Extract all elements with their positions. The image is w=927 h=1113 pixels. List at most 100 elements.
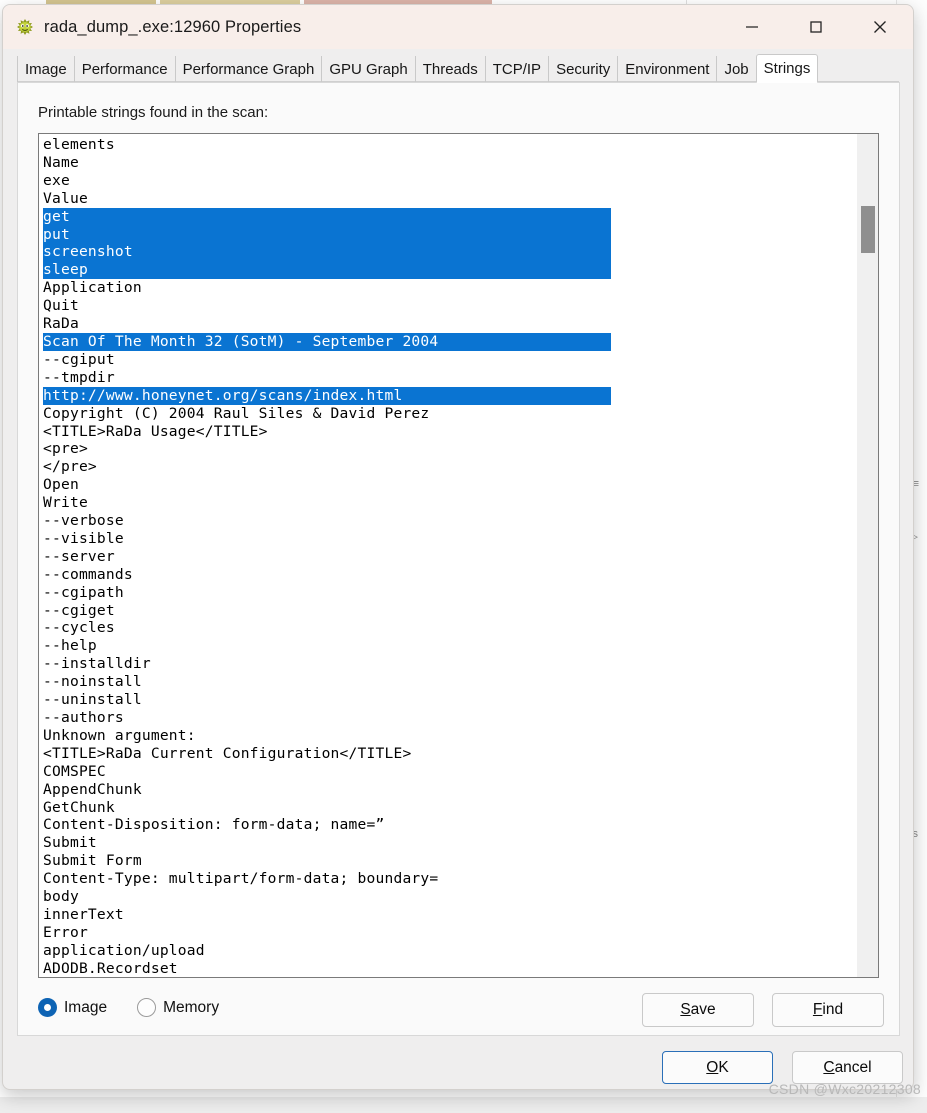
ok-button-label: OK — [706, 1058, 729, 1076]
scrollbar-thumb[interactable] — [861, 206, 875, 253]
tab-label: Environment — [625, 60, 710, 78]
string-list-item[interactable]: Error — [43, 924, 857, 942]
minimize-button[interactable] — [729, 5, 775, 49]
string-list-item[interactable]: sleep — [43, 261, 611, 280]
string-list-item[interactable]: --installdir — [43, 655, 857, 673]
watermark-text: CSDN @Wxc20212308 — [768, 1081, 921, 1097]
tab-label: Security — [556, 60, 611, 78]
string-list-item[interactable]: --cgiget — [43, 602, 857, 620]
tab-label: Performance Graph — [182, 60, 315, 78]
radio-image[interactable]: Image — [38, 998, 107, 1017]
maximize-icon — [810, 21, 822, 33]
ok-button[interactable]: OK — [662, 1051, 773, 1084]
radio-image-label: Image — [64, 998, 108, 1016]
pufferfish-icon — [14, 16, 36, 38]
radio-memory[interactable]: Memory — [137, 998, 219, 1017]
string-list-item[interactable]: Quit — [43, 297, 857, 315]
string-list-item[interactable]: Submit Form — [43, 852, 857, 870]
tab-label: Performance — [81, 60, 168, 78]
string-source-radio-group: Image Memory — [38, 998, 219, 1017]
title-bar: rada_dump_.exe:12960 Properties — [3, 5, 913, 49]
string-list-item[interactable]: --visible — [43, 530, 857, 548]
tab-image[interactable]: Image — [17, 56, 74, 82]
string-list-item[interactable]: Copyright (C) 2004 Raul Siles & David Pe… — [43, 405, 857, 423]
tab-performance[interactable]: Performance — [73, 56, 175, 82]
string-list-item[interactable]: GetChunk — [43, 799, 857, 817]
tab-environment[interactable]: Environment — [617, 56, 716, 82]
radio-unselected-icon — [137, 998, 157, 1017]
tab-label: TCP/IP — [492, 60, 542, 78]
radio-selected-icon — [38, 998, 57, 1017]
string-list-item[interactable]: Unknown argument: — [43, 727, 857, 745]
string-list-item[interactable]: --server — [43, 548, 857, 566]
strings-vertical-scrollbar[interactable] — [856, 134, 878, 977]
close-icon — [874, 21, 886, 33]
string-list-item[interactable]: Content-Disposition: form-data; name=” — [43, 816, 857, 834]
string-list-item[interactable]: --uninstall — [43, 691, 857, 709]
tab-tcpip[interactable]: TCP/IP — [484, 56, 548, 82]
string-list-item[interactable]: Value — [43, 190, 857, 208]
string-list-item[interactable]: --tmpdir — [43, 369, 857, 387]
string-list-item[interactable]: --verbose — [43, 512, 857, 530]
string-list-item[interactable]: COMSPEC — [43, 763, 857, 781]
string-list-item[interactable]: <TITLE>RaDa Usage</TITLE> — [43, 423, 857, 441]
radio-memory-label: Memory — [163, 998, 220, 1016]
string-list-item[interactable]: Submit — [43, 834, 857, 852]
tab-threads[interactable]: Threads — [414, 56, 485, 82]
string-list-item[interactable]: AppendChunk — [43, 781, 857, 799]
find-button[interactable]: Find — [772, 993, 884, 1027]
tab-bar: Image Performance Performance Graph GPU … — [3, 53, 913, 83]
strings-tab-page: Printable strings found in the scan: ele… — [17, 82, 900, 1036]
string-list-item[interactable]: Write — [43, 494, 857, 512]
string-list-item[interactable]: --authors — [43, 709, 857, 727]
window-title: rada_dump_.exe:12960 Properties — [44, 17, 302, 36]
string-list-item[interactable]: --cgipath — [43, 584, 857, 602]
string-list-item[interactable]: RaDa — [43, 315, 857, 333]
string-list-item[interactable]: Application — [43, 279, 857, 297]
string-list-item[interactable]: exe — [43, 172, 857, 190]
string-list-item[interactable]: http://www.honeynet.org/scans/index.html — [43, 386, 611, 405]
string-list-item[interactable]: Name — [43, 154, 857, 172]
close-button[interactable] — [857, 5, 903, 49]
string-list-item[interactable]: put — [43, 225, 611, 244]
string-list-item[interactable]: body — [43, 888, 857, 906]
tab-label: Job — [724, 60, 749, 78]
strings-list-content: elements Name exe Value get put screenshot slee… — [39, 134, 857, 977]
string-list-item[interactable]: Scan Of The Month 32 (SotM) - September … — [43, 332, 611, 351]
string-list-item[interactable]: <pre> — [43, 440, 857, 458]
string-list-item[interactable]: elements — [43, 136, 857, 154]
string-list-item[interactable]: --help — [43, 637, 857, 655]
string-list-item[interactable]: get — [43, 207, 611, 226]
tab-gpu-graph[interactable]: GPU Graph — [321, 56, 414, 82]
string-list-item[interactable]: Content-Type: multipart/form-data; bound… — [43, 870, 857, 888]
cancel-button-label: Cancel — [823, 1058, 872, 1076]
save-button-label: Save — [680, 1001, 716, 1018]
strings-list-label: Printable strings found in the scan: — [38, 104, 269, 121]
string-list-item[interactable]: --cycles — [43, 619, 857, 637]
tab-security[interactable]: Security — [548, 56, 617, 82]
string-list-item[interactable]: screenshot — [43, 243, 611, 262]
maximize-button[interactable] — [793, 5, 839, 49]
save-button[interactable]: Save — [642, 993, 754, 1027]
cancel-button[interactable]: Cancel — [792, 1051, 903, 1084]
string-list-item[interactable]: innerText — [43, 906, 857, 924]
string-list-item[interactable]: </pre> — [43, 458, 857, 476]
tab-label: Strings — [763, 60, 811, 77]
string-list-item[interactable]: --cgiput — [43, 351, 857, 369]
tab-label: GPU Graph — [329, 60, 408, 78]
properties-dialog: rada_dump_.exe:12960 Properties Image Pe… — [2, 4, 914, 1090]
string-list-item[interactable]: ADODB.Recordset — [43, 960, 857, 977]
string-list-item[interactable]: <TITLE>RaDa Current Configuration</TITLE… — [43, 745, 857, 763]
minimize-icon — [746, 26, 758, 28]
string-list-item[interactable]: --commands — [43, 566, 857, 584]
string-list-item[interactable]: --noinstall — [43, 673, 857, 691]
string-list-item[interactable]: application/upload — [43, 942, 857, 960]
string-list-item[interactable]: Open — [43, 476, 857, 494]
tab-job[interactable]: Job — [716, 56, 755, 82]
tab-label: Image — [25, 60, 67, 78]
strings-list-box[interactable]: elements Name exe Value get put screenshot slee… — [38, 133, 879, 978]
background-taskbar — [0, 1097, 927, 1113]
tab-label: Threads — [422, 60, 478, 78]
tab-strings[interactable]: Strings — [755, 54, 819, 83]
tab-performance-graph[interactable]: Performance Graph — [174, 56, 322, 82]
